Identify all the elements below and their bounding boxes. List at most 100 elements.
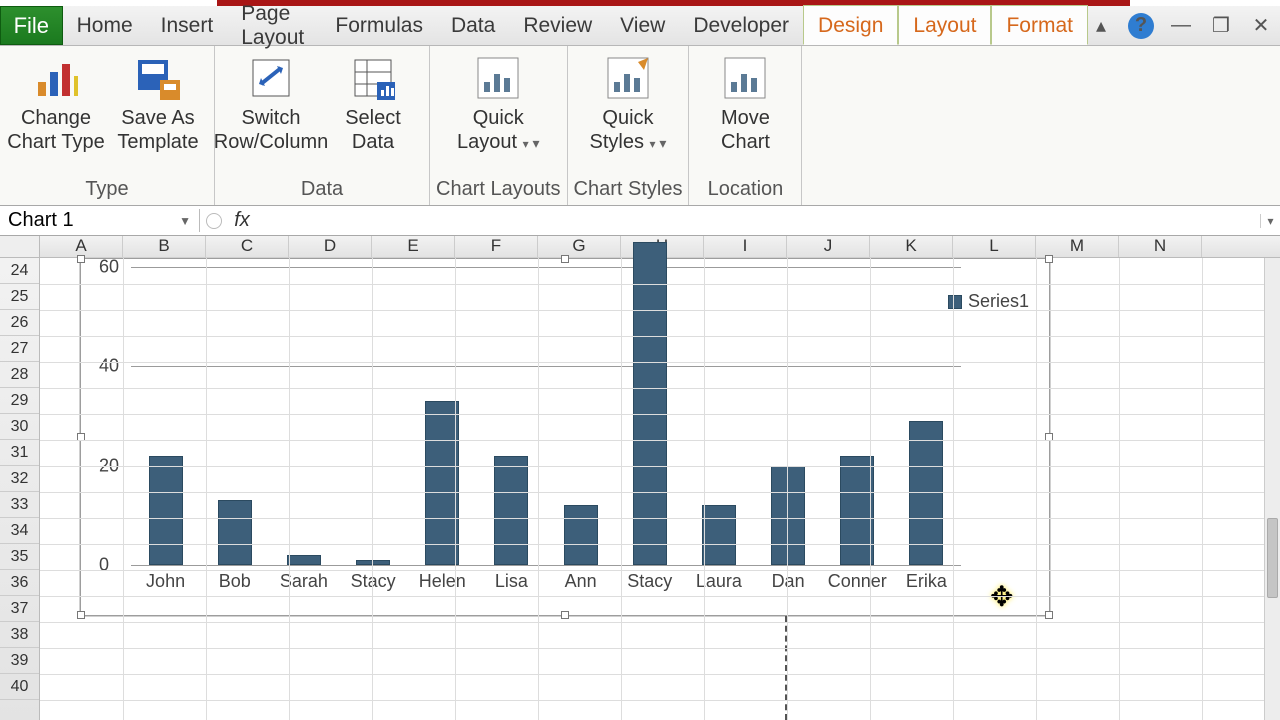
- tab-page-layout[interactable]: Page Layout: [227, 6, 321, 45]
- change-chart-type-icon: [32, 54, 80, 102]
- ribbon-group-location: MoveChartLocation: [689, 46, 802, 205]
- quick-styles-button[interactable]: QuickStyles ▾: [578, 50, 678, 176]
- col-header-C[interactable]: C: [206, 236, 289, 257]
- bar-stacy-3[interactable]: [356, 560, 390, 565]
- row-header-25[interactable]: 25: [0, 284, 39, 310]
- row-header-37[interactable]: 37: [0, 596, 39, 622]
- chart-resize-handle[interactable]: [77, 255, 85, 263]
- row-header-28[interactable]: 28: [0, 362, 39, 388]
- col-header-L[interactable]: L: [953, 236, 1036, 257]
- window-restore-icon[interactable]: ❐: [1208, 13, 1234, 39]
- help-icon[interactable]: ?: [1128, 13, 1154, 39]
- bar-john-0[interactable]: [149, 456, 183, 565]
- tab-view[interactable]: View: [606, 6, 679, 45]
- quick-layout-icon: [474, 54, 522, 102]
- select-data-button[interactable]: SelectData: [323, 50, 423, 176]
- chart-legend[interactable]: Series1: [948, 291, 1029, 312]
- bar-laura-8[interactable]: [702, 505, 736, 565]
- tab-design[interactable]: Design: [803, 5, 898, 45]
- fx-icon[interactable]: fx: [222, 209, 262, 232]
- row-header-39[interactable]: 39: [0, 648, 39, 674]
- col-header-A[interactable]: A: [40, 236, 123, 257]
- row-header-31[interactable]: 31: [0, 440, 39, 466]
- col-header-J[interactable]: J: [787, 236, 870, 257]
- row-header-36[interactable]: 36: [0, 570, 39, 596]
- chart-object[interactable]: Series1 0204060JohnBobSarahStacyHelenLis…: [80, 258, 1050, 616]
- tab-data[interactable]: Data: [437, 6, 509, 45]
- tab-layout[interactable]: Layout: [898, 5, 991, 45]
- chart-resize-handle[interactable]: [561, 255, 569, 263]
- row-header-33[interactable]: 33: [0, 492, 39, 518]
- group-label: Chart Styles: [574, 176, 683, 205]
- ribbon-group-chart-styles: QuickStyles ▾ Chart Styles: [568, 46, 690, 205]
- switch-row-column-button[interactable]: SwitchRow/Column: [221, 50, 321, 176]
- row-header-30[interactable]: 30: [0, 414, 39, 440]
- row-header-35[interactable]: 35: [0, 544, 39, 570]
- row-header-26[interactable]: 26: [0, 310, 39, 336]
- save-as-template-icon: [134, 54, 182, 102]
- window-minimize-icon[interactable]: —: [1168, 13, 1194, 39]
- row-header-27[interactable]: 27: [0, 336, 39, 362]
- quick-layout-label: QuickLayout ▾: [457, 106, 540, 156]
- quick-layout-button[interactable]: QuickLayout ▾: [448, 50, 548, 176]
- save-as-template-button[interactable]: Save AsTemplate: [108, 50, 208, 176]
- chart-resize-handle[interactable]: [561, 611, 569, 619]
- col-header-D[interactable]: D: [289, 236, 372, 257]
- y-tick-40: 40: [99, 356, 119, 377]
- bar-sarah-2[interactable]: [287, 555, 321, 565]
- row-header-38[interactable]: 38: [0, 622, 39, 648]
- formula-bar-expand-icon[interactable]: ▾: [1260, 214, 1280, 228]
- bar-bob-1[interactable]: [218, 500, 252, 565]
- ribbon-minimize-icon[interactable]: ▴: [1088, 13, 1114, 39]
- legend-swatch: [948, 295, 962, 309]
- name-box-dropdown-icon[interactable]: ▼: [179, 214, 191, 228]
- legend-label: Series1: [968, 291, 1029, 312]
- bar-dan-9[interactable]: [771, 466, 805, 565]
- col-header-B[interactable]: B: [123, 236, 206, 257]
- formula-input[interactable]: [262, 206, 1260, 235]
- scroll-thumb[interactable]: [1267, 518, 1278, 598]
- chart-resize-handle[interactable]: [1045, 255, 1053, 263]
- move-chart-button[interactable]: MoveChart: [695, 50, 795, 176]
- tab-home[interactable]: Home: [63, 6, 147, 45]
- tab-insert[interactable]: Insert: [147, 6, 228, 45]
- x-label-1: Bob: [219, 571, 251, 592]
- bar-ann-6[interactable]: [564, 505, 598, 565]
- col-header-N[interactable]: N: [1119, 236, 1202, 257]
- worksheet-grid[interactable]: ABCDEFGHIJKLMN 2425262728293031323334353…: [0, 236, 1280, 720]
- vertical-scrollbar[interactable]: [1264, 258, 1280, 720]
- x-label-7: Stacy: [627, 571, 672, 592]
- row-header-40[interactable]: 40: [0, 674, 39, 700]
- file-tab[interactable]: File: [0, 6, 63, 45]
- window-close-icon[interactable]: ✕: [1248, 13, 1274, 39]
- tab-formulas[interactable]: Formulas: [321, 6, 437, 45]
- switch-row-column-icon: [247, 54, 295, 102]
- cancel-icon[interactable]: [206, 213, 222, 229]
- tab-format[interactable]: Format: [991, 5, 1088, 45]
- tab-review[interactable]: Review: [509, 6, 606, 45]
- cells-area[interactable]: Series1 0204060JohnBobSarahStacyHelenLis…: [40, 258, 1264, 720]
- row-header-32[interactable]: 32: [0, 466, 39, 492]
- x-label-3: Stacy: [351, 571, 396, 592]
- change-chart-type-button[interactable]: ChangeChart Type: [6, 50, 106, 176]
- chart-plot-area[interactable]: [131, 267, 961, 565]
- col-header-F[interactable]: F: [455, 236, 538, 257]
- col-header-G[interactable]: G: [538, 236, 621, 257]
- quick-styles-label: QuickStyles ▾: [589, 106, 666, 156]
- ribbon-group-data: SwitchRow/ColumnSelectDataData: [215, 46, 430, 205]
- select-all-corner[interactable]: [0, 236, 40, 257]
- bar-stacy-7[interactable]: [633, 242, 667, 565]
- name-box[interactable]: Chart 1 ▼: [0, 209, 200, 232]
- tab-developer[interactable]: Developer: [679, 6, 803, 45]
- col-header-K[interactable]: K: [870, 236, 953, 257]
- col-header-E[interactable]: E: [372, 236, 455, 257]
- chart-resize-handle[interactable]: [77, 611, 85, 619]
- row-header-29[interactable]: 29: [0, 388, 39, 414]
- col-header-I[interactable]: I: [704, 236, 787, 257]
- bar-lisa-5[interactable]: [494, 456, 528, 565]
- row-header-24[interactable]: 24: [0, 258, 39, 284]
- move-chart-icon: [721, 54, 769, 102]
- col-header-M[interactable]: M: [1036, 236, 1119, 257]
- row-header-34[interactable]: 34: [0, 518, 39, 544]
- chart-resize-handle[interactable]: [1045, 611, 1053, 619]
